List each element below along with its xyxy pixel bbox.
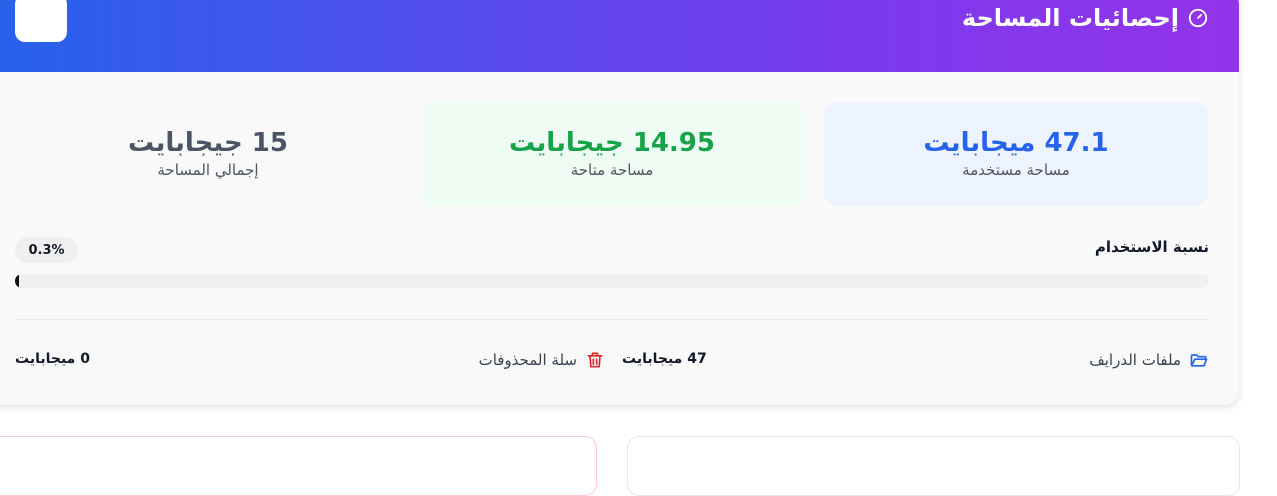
available-space-label: مساحة متاحة xyxy=(570,161,654,179)
storage-stats-card: إحصائيات المساحة 47.1 ميجابايت مساحة مست… xyxy=(0,0,1239,405)
drive-files-item: ملفات الدرايف xyxy=(1089,350,1209,370)
card-header: إحصائيات المساحة xyxy=(0,0,1239,72)
header-title-text: إحصائيات المساحة xyxy=(961,4,1179,32)
gauge-icon xyxy=(1188,8,1208,28)
header-title: إحصائيات المساحة xyxy=(962,4,1209,32)
available-space-value: 14.95 جيجابايت xyxy=(509,128,715,158)
drive-files-label: ملفات الدرايف xyxy=(1089,351,1181,369)
available-space-stat: 14.95 جيجابايت مساحة متاحة xyxy=(420,102,804,206)
trash-value: 0 ميجابايت xyxy=(15,351,90,367)
total-space-value: 15 جيجابايت xyxy=(128,128,288,158)
bottom-card-left xyxy=(0,436,597,496)
usage-percentage-label: نسبة الاستخدام xyxy=(1094,238,1209,256)
divider xyxy=(15,319,1209,320)
trash-label: سلة المحذوفات xyxy=(478,351,577,369)
usage-progress-fill xyxy=(15,274,19,288)
used-space-stat: 47.1 ميجابايت مساحة مستخدمة xyxy=(824,102,1208,206)
drive-files-value: 47 ميجابايت xyxy=(622,351,707,367)
header-action-button[interactable] xyxy=(15,0,67,42)
usage-progress-bar xyxy=(15,274,1209,288)
bottom-card-right xyxy=(627,436,1240,496)
total-space-label: إجمالي المساحة xyxy=(157,161,259,179)
trash-icon xyxy=(587,352,603,368)
trash-item: سلة المحذوفات xyxy=(479,350,605,370)
folder-open-icon xyxy=(1190,354,1208,367)
usage-percentage-badge: 0.3% xyxy=(15,237,78,263)
total-space-stat: 15 جيجابايت إجمالي المساحة xyxy=(16,102,400,206)
used-space-value: 47.1 ميجابايت xyxy=(923,128,1109,158)
used-space-label: مساحة مستخدمة xyxy=(962,161,1070,179)
usage-percentage-text: 0.3% xyxy=(28,242,65,258)
